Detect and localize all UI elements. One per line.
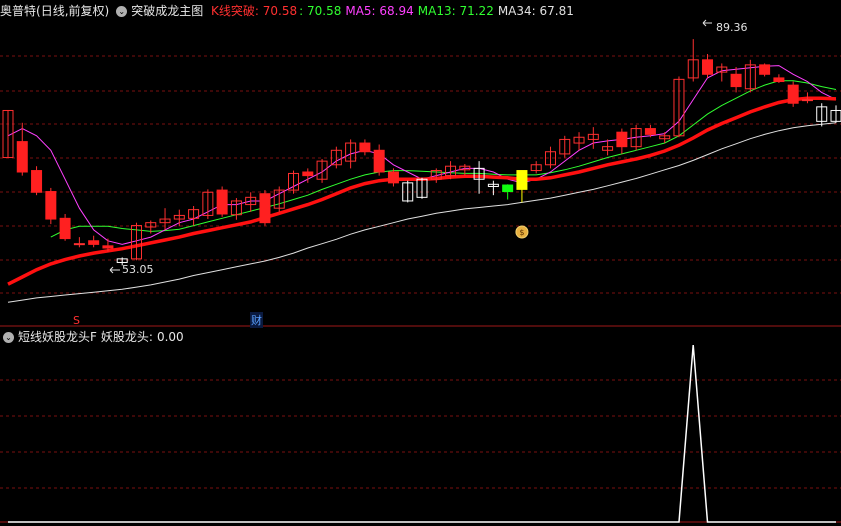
readout-1: : 70.58 [299, 4, 342, 18]
candle-body [702, 59, 714, 75]
candle-body [59, 217, 71, 240]
candle-body [516, 170, 528, 190]
candle-body [31, 170, 43, 193]
readout-4: MA34: 67.81 [497, 4, 574, 18]
candle-body [302, 171, 314, 177]
candle-body [259, 193, 271, 224]
candle-body [45, 191, 57, 220]
ma5-line [7, 65, 837, 245]
indicator-menu-icon[interactable]: ⌄ [116, 5, 128, 17]
high-arrow-icon [702, 19, 712, 27]
main-indicator-name[interactable]: 突破成龙主图 [131, 4, 203, 18]
candle-body [373, 149, 385, 173]
sub-indicator-menu-icon[interactable]: ⌄ [3, 331, 14, 343]
candle-body [773, 77, 785, 83]
candle-body [102, 245, 114, 249]
sub-panel-header: ⌄ 短线妖股龙头F 妖股龙头: 0.00 [0, 327, 188, 347]
finance-marker[interactable]: 财 [250, 312, 263, 328]
candle-body [88, 240, 100, 245]
candle-body [502, 184, 514, 193]
readout-2: MA5: 68.94 [345, 4, 414, 18]
sell-marker[interactable]: S [73, 314, 80, 327]
candle-body [644, 128, 656, 135]
candle-body [359, 142, 371, 153]
candle-body [616, 131, 628, 148]
candle-body [387, 171, 399, 184]
candle-body [216, 189, 228, 215]
readout-0: K线突破: 70.58 [211, 4, 298, 18]
high-price-annotation: 89.36 [716, 21, 748, 34]
candle-body [16, 141, 28, 173]
sub-indicator-name[interactable]: 短线妖股龙头F [18, 330, 97, 344]
candle-body [787, 84, 799, 104]
period-label: (日线,前复权) [36, 4, 110, 18]
candle-body [759, 64, 771, 75]
money-bag-glyph: $ [519, 228, 524, 237]
candle-body [73, 243, 85, 246]
readout-3: MA13: 71.22 [417, 4, 494, 18]
sub-readout-label: 妖股龙头: [100, 330, 153, 344]
ma13-line [50, 80, 837, 238]
candle-body [801, 99, 813, 102]
sub-readout-value: 0.00 [156, 330, 184, 344]
main-panel-header: 奥普特(日线,前复权) ⌄ 突破成龙主图 K线突破: 70.58: 70.58 MA5… [0, 1, 582, 21]
yaogu-signal-line [8, 344, 836, 523]
stock-name: 奥普特 [0, 4, 37, 18]
low-price-annotation: 53.05 [122, 263, 154, 276]
low-arrow-icon [109, 266, 120, 274]
candle-body [730, 73, 742, 88]
main-readouts: K线突破: 70.58: 70.58 MA5: 68.94 MA13: 71.22 M… [211, 4, 578, 18]
stock-chart-window: $ 奥普特(日线,前复权) ⌄ 突破成龙主图 K线突破: 70.58: 70.58 M… [0, 0, 841, 526]
